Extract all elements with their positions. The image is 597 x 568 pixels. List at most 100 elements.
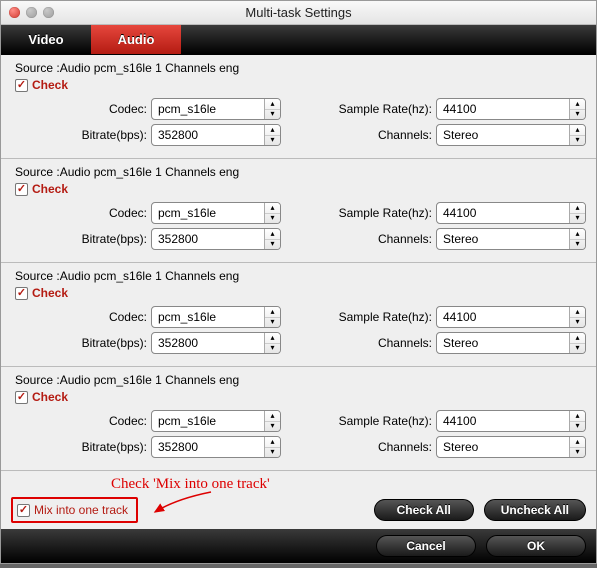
track-check-checkbox[interactable]: ✓: [15, 391, 28, 404]
sample-rate-combo[interactable]: 44100▴▾: [436, 410, 586, 432]
track-check-checkbox[interactable]: ✓: [15, 183, 28, 196]
stepper-icon[interactable]: ▴▾: [264, 229, 280, 249]
minimize-icon: [26, 7, 37, 18]
channels-combo-value: Stereo: [437, 125, 569, 145]
codec-combo[interactable]: pcm_s16le▴▾: [151, 306, 281, 328]
stepper-icon[interactable]: ▴▾: [569, 333, 585, 353]
track-check-checkbox[interactable]: ✓: [15, 287, 28, 300]
bitrate-label: Bitrate(bps):: [49, 232, 147, 246]
codec-combo[interactable]: pcm_s16le▴▾: [151, 202, 281, 224]
bitrate-combo[interactable]: 352800▴▾: [151, 332, 281, 354]
mix-into-one-track-label: Mix into one track: [34, 503, 128, 517]
close-icon[interactable]: [9, 7, 20, 18]
maximize-icon: [43, 7, 54, 18]
track-check-label: Check: [32, 78, 68, 92]
track-section: Source :Audio pcm_s16le 1 Channels eng ✓ C…: [1, 263, 596, 367]
titlebar: Multi-task Settings: [1, 1, 596, 25]
check-all-button[interactable]: Check All: [374, 499, 474, 521]
stepper-icon[interactable]: ▴▾: [264, 333, 280, 353]
sample-rate-combo-value: 44100: [437, 411, 569, 431]
window-controls: [1, 7, 54, 18]
bitrate-combo-value: 352800: [152, 333, 264, 353]
stepper-icon[interactable]: ▴▾: [264, 307, 280, 327]
channels-combo[interactable]: Stereo▴▾: [436, 436, 586, 458]
stepper-icon[interactable]: ▴▾: [264, 125, 280, 145]
channels-combo-value: Stereo: [437, 333, 569, 353]
sample-rate-combo-value: 44100: [437, 203, 569, 223]
bitrate-combo[interactable]: 352800▴▾: [151, 124, 281, 146]
sample-rate-combo[interactable]: 44100▴▾: [436, 306, 586, 328]
codec-label: Codec:: [49, 310, 147, 324]
track-check-checkbox[interactable]: ✓: [15, 79, 28, 92]
tab-video[interactable]: Video: [1, 25, 91, 54]
channels-combo[interactable]: Stereo▴▾: [436, 228, 586, 250]
uncheck-all-button[interactable]: Uncheck All: [484, 499, 586, 521]
source-line: Source :Audio pcm_s16le 1 Channels eng: [11, 373, 586, 387]
codec-label: Codec:: [49, 206, 147, 220]
bitrate-label: Bitrate(bps):: [49, 128, 147, 142]
stepper-icon[interactable]: ▴▾: [264, 437, 280, 457]
channels-label: Channels:: [304, 336, 432, 350]
stepper-icon[interactable]: ▴▾: [569, 125, 585, 145]
channels-combo-value: Stereo: [437, 229, 569, 249]
footer-lower: Cancel OK: [1, 529, 596, 563]
tab-bar: Video Audio: [1, 25, 596, 55]
stepper-icon[interactable]: ▴▾: [569, 437, 585, 457]
track-check-label: Check: [32, 286, 68, 300]
track-section: Source :Audio pcm_s16le 1 Channels eng ✓ C…: [1, 367, 596, 471]
stepper-icon[interactable]: ▴▾: [264, 99, 280, 119]
source-line: Source :Audio pcm_s16le 1 Channels eng: [11, 269, 586, 283]
bitrate-combo[interactable]: 352800▴▾: [151, 436, 281, 458]
codec-combo-value: pcm_s16le: [152, 99, 264, 119]
sample-rate-combo-value: 44100: [437, 307, 569, 327]
track-section: Source :Audio pcm_s16le 1 Channels eng ✓ C…: [1, 159, 596, 263]
window-title: Multi-task Settings: [1, 5, 596, 20]
codec-combo-value: pcm_s16le: [152, 203, 264, 223]
sample-rate-label: Sample Rate(hz):: [304, 206, 432, 220]
codec-label: Codec:: [49, 102, 147, 116]
bitrate-combo-value: 352800: [152, 229, 264, 249]
sample-rate-label: Sample Rate(hz):: [304, 102, 432, 116]
channels-combo[interactable]: Stereo▴▾: [436, 124, 586, 146]
main-content: Source :Audio pcm_s16le 1 Channels eng✓C…: [1, 55, 596, 529]
channels-label: Channels:: [304, 232, 432, 246]
bitrate-combo-value: 352800: [152, 125, 264, 145]
channels-label: Channels:: [304, 440, 432, 454]
channels-combo[interactable]: Stereo▴▾: [436, 332, 586, 354]
bitrate-combo[interactable]: 352800▴▾: [151, 228, 281, 250]
footer-upper: Check 'Mix into one track' ✓ Mix into on…: [1, 471, 596, 529]
sample-rate-combo[interactable]: 44100▴▾: [436, 98, 586, 120]
sample-rate-combo-value: 44100: [437, 99, 569, 119]
track-check-label: Check: [32, 390, 68, 404]
mix-into-one-track-highlight: ✓ Mix into one track: [11, 497, 138, 523]
stepper-icon[interactable]: ▴▾: [264, 411, 280, 431]
source-line: Source :Audio pcm_s16le 1 Channels eng: [11, 61, 586, 75]
stepper-icon[interactable]: ▴▾: [264, 203, 280, 223]
stepper-icon[interactable]: ▴▾: [569, 307, 585, 327]
track-check-label: Check: [32, 182, 68, 196]
codec-label: Codec:: [49, 414, 147, 428]
source-line: Source :Audio pcm_s16le 1 Channels eng: [11, 165, 586, 179]
track-section: Source :Audio pcm_s16le 1 Channels eng ✓ C…: [1, 55, 596, 159]
tab-audio[interactable]: Audio: [91, 25, 181, 54]
codec-combo[interactable]: pcm_s16le▴▾: [151, 98, 281, 120]
window: Multi-task Settings Video Audio Source :…: [0, 0, 597, 564]
bitrate-combo-value: 352800: [152, 437, 264, 457]
sample-rate-label: Sample Rate(hz):: [304, 310, 432, 324]
stepper-icon[interactable]: ▴▾: [569, 203, 585, 223]
cancel-button[interactable]: Cancel: [376, 535, 476, 557]
codec-combo-value: pcm_s16le: [152, 307, 264, 327]
codec-combo-value: pcm_s16le: [152, 411, 264, 431]
stepper-icon[interactable]: ▴▾: [569, 229, 585, 249]
channels-label: Channels:: [304, 128, 432, 142]
codec-combo[interactable]: pcm_s16le▴▾: [151, 410, 281, 432]
ok-button[interactable]: OK: [486, 535, 586, 557]
bitrate-label: Bitrate(bps):: [49, 440, 147, 454]
stepper-icon[interactable]: ▴▾: [569, 99, 585, 119]
sample-rate-label: Sample Rate(hz):: [304, 414, 432, 428]
sample-rate-combo[interactable]: 44100▴▾: [436, 202, 586, 224]
mix-into-one-track-checkbox[interactable]: ✓: [17, 504, 30, 517]
channels-combo-value: Stereo: [437, 437, 569, 457]
bitrate-label: Bitrate(bps):: [49, 336, 147, 350]
stepper-icon[interactable]: ▴▾: [569, 411, 585, 431]
